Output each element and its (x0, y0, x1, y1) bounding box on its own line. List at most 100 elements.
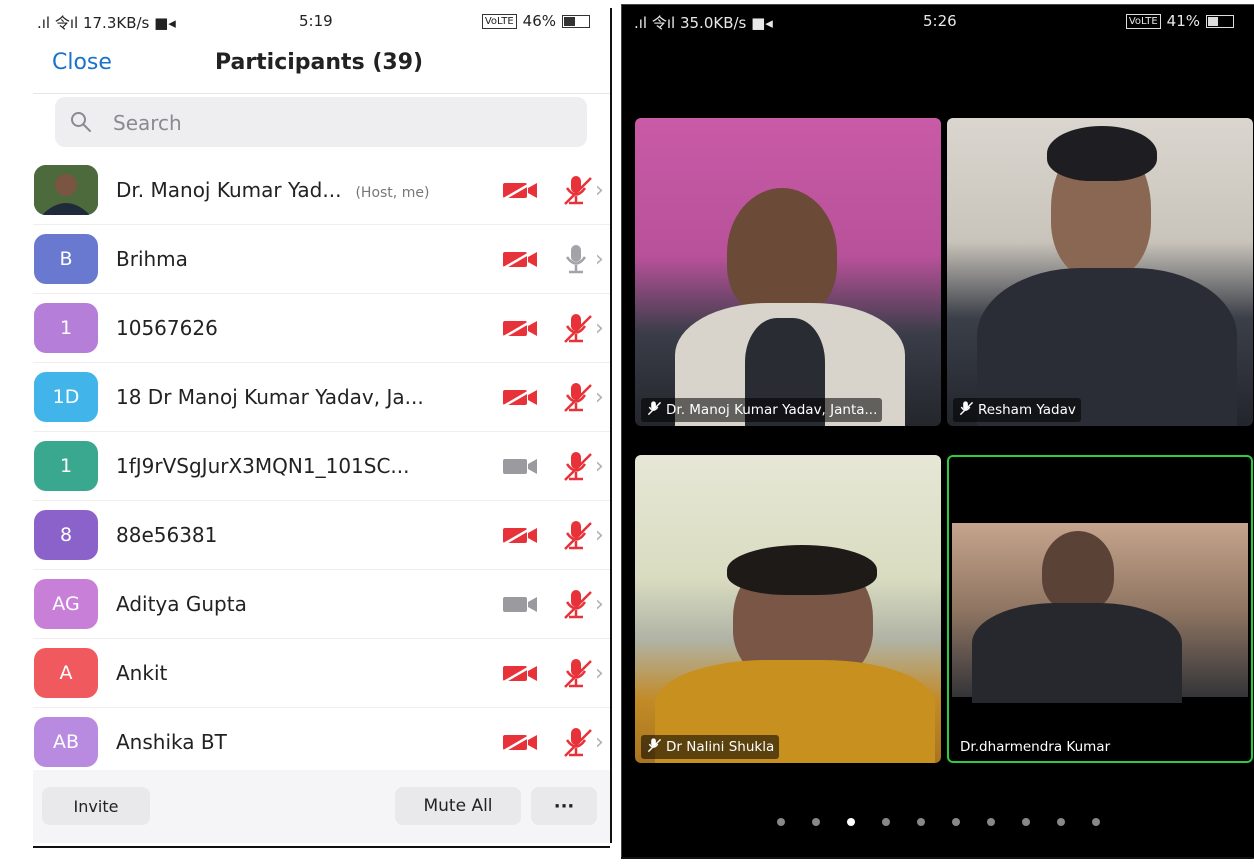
battery-icon (1206, 14, 1234, 28)
mic-muted-icon (560, 380, 594, 418)
battery-percent: 46% (522, 12, 556, 30)
search-bar[interactable] (55, 97, 587, 147)
video-tile[interactable]: Dr Nalini Shukla (635, 455, 941, 763)
mic-muted-icon (560, 173, 594, 211)
chevron-right-icon: › (595, 316, 604, 341)
participant-name: 18 Dr Manoj Kumar Yadav, Ja... (116, 385, 424, 409)
participant-name: 1fJ9rVSgJurX3MQN1_101SC... (116, 454, 410, 478)
mic-muted-icon (560, 656, 594, 694)
video-on-icon (501, 594, 539, 618)
video-tile[interactable]: Resham Yadav (947, 118, 1253, 426)
chevron-right-icon: › (595, 730, 604, 755)
video-off-icon (501, 248, 539, 273)
mic-on-icon (560, 242, 594, 280)
avatar: 1 (34, 303, 98, 353)
video-off-icon (501, 317, 539, 342)
page-dot[interactable] (881, 818, 890, 826)
battery-percent: 41% (1166, 12, 1200, 30)
more-options-button[interactable]: ··· (531, 787, 597, 825)
mic-muted-icon (958, 400, 974, 420)
video-off-icon (501, 662, 539, 687)
chevron-right-icon: › (595, 592, 604, 617)
volte-badge: VoLTE (481, 13, 517, 29)
page-dot[interactable] (776, 818, 785, 826)
participant-row[interactable]: AB Anshika BT › (33, 708, 610, 777)
participant-name: Dr. Manoj Kumar Yad... (Host, me) (116, 178, 430, 202)
avatar-photo-icon (34, 165, 98, 215)
chevron-right-icon: › (595, 454, 604, 479)
participant-row[interactable]: A Ankit › (33, 639, 610, 708)
avatar: B (34, 234, 98, 284)
status-time: 5:19 (299, 12, 333, 30)
video-tile[interactable]: Dr. Manoj Kumar Yadav, Janta... (635, 118, 941, 426)
participant-row[interactable]: 1D 18 Dr Manoj Kumar Yadav, Ja... › (33, 363, 610, 432)
page-dot[interactable] (1091, 818, 1100, 826)
invite-button[interactable]: Invite (42, 787, 150, 825)
participant-row[interactable]: 1 1fJ9rVSgJurX3MQN1_101SC... › (33, 432, 610, 501)
search-icon (71, 112, 91, 132)
chevron-right-icon: › (595, 247, 604, 272)
video-on-icon (501, 456, 539, 480)
divider (33, 846, 610, 848)
volte-badge: VoLTE (1125, 13, 1161, 29)
video-off-icon (501, 731, 539, 756)
participant-row[interactable]: 8 88e56381 › (33, 501, 610, 570)
participant-name: Aditya Gupta (116, 592, 247, 616)
bottom-toolbar: Invite Mute All ··· (33, 770, 610, 843)
participant-name: Anshika BT (116, 730, 227, 754)
mic-muted-icon (560, 587, 594, 625)
status-time: 5:26 (923, 12, 957, 30)
mic-muted-icon (560, 449, 594, 487)
page-dot[interactable] (846, 818, 855, 826)
video-off-icon (501, 524, 539, 549)
avatar: A (34, 648, 98, 698)
mic-muted-icon (646, 400, 662, 420)
mic-muted-icon (560, 518, 594, 556)
page-indicator[interactable] (622, 818, 1254, 826)
participant-list: Dr. Manoj Kumar Yad... (Host, me) › B Brihma… (33, 156, 610, 777)
page-dot[interactable] (986, 818, 995, 826)
chevron-right-icon: › (595, 523, 604, 548)
video-off-icon (501, 179, 539, 204)
participant-row[interactable]: AG Aditya Gupta › (33, 570, 610, 639)
page-dot[interactable] (951, 818, 960, 826)
battery-icon (562, 14, 590, 28)
participant-name: 88e56381 (116, 523, 218, 547)
avatar (34, 165, 98, 215)
avatar: 8 (34, 510, 98, 560)
participant-role-tag: (Host, me) (355, 185, 430, 201)
participant-name: 10567626 (116, 316, 218, 340)
status-bar: .ıl 令ıl 17.3KB/s ■◂ 5:19 VoLTE 46% (33, 8, 610, 34)
gallery-view-screen: .ıl 令ıl 35.0KB/s ■◂ 5:26 VoLTE 41% Dr. M… (621, 4, 1254, 859)
status-bar: .ıl 令ıl 35.0KB/s ■◂ 5:26 VoLTE 41% (622, 5, 1254, 33)
participant-row[interactable]: 1 10567626 › (33, 294, 610, 363)
avatar: AB (34, 717, 98, 767)
mute-all-button[interactable]: Mute All (395, 787, 521, 825)
page-dot[interactable] (916, 818, 925, 826)
participant-video (727, 188, 837, 318)
participant-name: Brihma (116, 247, 188, 271)
mic-muted-icon (560, 311, 594, 349)
chevron-right-icon: › (595, 178, 604, 203)
page-title: Participants (39) (214, 50, 424, 75)
chevron-right-icon: › (595, 385, 604, 410)
network-indicator: .ıl 令ıl 17.3KB/s ■◂ (37, 14, 176, 32)
page-dot[interactable] (1021, 818, 1030, 826)
participant-row[interactable]: Dr. Manoj Kumar Yad... (Host, me) › (33, 156, 610, 225)
chevron-right-icon: › (595, 661, 604, 686)
divider (621, 857, 1253, 859)
participant-name: Ankit (116, 661, 168, 685)
avatar: 1D (34, 372, 98, 422)
avatar: AG (34, 579, 98, 629)
participant-video (952, 523, 1248, 703)
video-off-icon (501, 386, 539, 411)
page-dot[interactable] (1056, 818, 1065, 826)
video-tile-active-speaker[interactable]: Dr.dharmendra Kumar (947, 455, 1253, 763)
network-indicator: .ıl 令ıl 35.0KB/s ■◂ (634, 14, 773, 32)
search-input[interactable] (111, 107, 575, 139)
mic-muted-icon (560, 725, 594, 763)
participants-header: Close Participants (39) (33, 38, 610, 94)
avatar: 1 (34, 441, 98, 491)
page-dot[interactable] (811, 818, 820, 826)
participant-row[interactable]: B Brihma › (33, 225, 610, 294)
